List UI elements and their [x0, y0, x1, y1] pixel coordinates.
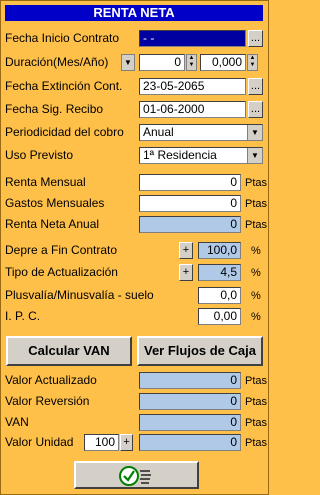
- unit-ptas: Ptas: [245, 219, 268, 231]
- label-depre: Depre a Fin Contrato: [5, 243, 118, 257]
- chevron-down-icon: ▼: [124, 58, 132, 67]
- label-plusvalia: Plusvalía/Minusvalía - suelo: [5, 288, 154, 302]
- valor-unidad-field: 0: [139, 434, 241, 451]
- ok-button[interactable]: [74, 461, 199, 489]
- fecha-extincion-field[interactable]: 23-05-2065: [139, 78, 246, 95]
- unit-percent: %: [251, 245, 261, 257]
- unit-percent: %: [251, 311, 261, 323]
- periodicidad-select[interactable]: Anual ▼: [139, 124, 263, 141]
- label-valor-actualizado: Valor Actualizado: [5, 373, 97, 387]
- spin-down-icon: ▼: [188, 62, 195, 68]
- unit-ptas: Ptas: [245, 417, 268, 429]
- label-periodicidad: Periodicidad del cobro: [5, 125, 124, 139]
- chevron-down-icon: ▼: [247, 148, 262, 163]
- label-renta-neta-anual: Renta Neta Anual: [5, 217, 100, 231]
- panel-title: RENTA NETA: [5, 5, 263, 21]
- unit-ptas: Ptas: [245, 437, 268, 449]
- gastos-mensuales-field[interactable]: 0: [139, 195, 241, 212]
- label-van: VAN: [5, 415, 29, 429]
- spin-down-icon: ▼: [249, 62, 256, 68]
- label-duracion: Duración(Mes/Año): [5, 55, 109, 69]
- label-valor-reversion: Valor Reversión: [5, 394, 90, 408]
- valor-unidad-qty-field[interactable]: 100: [84, 434, 119, 451]
- valor-reversion-field: 0: [139, 393, 241, 410]
- valor-unidad-plus-button[interactable]: +: [120, 434, 133, 451]
- label-fecha-inicio: Fecha Inicio Contrato: [5, 31, 120, 45]
- label-fecha-sig-recibo: Fecha Sig. Recibo: [5, 102, 104, 116]
- periodicidad-value: Anual: [143, 125, 174, 139]
- duracion-mes-spinner[interactable]: ▲ ▼: [186, 54, 197, 71]
- fecha-sig-recibo-picker-button[interactable]: ...: [248, 101, 263, 118]
- ver-flujos-button[interactable]: Ver Flujos de Caja: [137, 336, 263, 366]
- van-field: 0: [139, 414, 241, 431]
- uso-select[interactable]: 1ª Residencia ▼: [139, 147, 263, 164]
- spin-up-icon: ▲: [249, 55, 256, 61]
- plusvalia-field[interactable]: 0,0: [198, 287, 241, 304]
- fecha-inicio-field[interactable]: - -: [139, 30, 246, 47]
- duracion-dropdown[interactable]: ▼: [121, 54, 135, 71]
- label-renta-mensual: Renta Mensual: [5, 175, 86, 189]
- fecha-extincion-picker-button[interactable]: ...: [248, 78, 263, 95]
- unit-ptas: Ptas: [245, 375, 268, 387]
- tipo-act-plus-button[interactable]: +: [179, 264, 193, 281]
- unit-ptas: Ptas: [245, 177, 268, 189]
- duracion-anio-spinner[interactable]: ▲ ▼: [247, 54, 258, 71]
- calcular-van-button[interactable]: Calcular VAN: [6, 336, 132, 366]
- unit-percent: %: [251, 267, 261, 279]
- duracion-mes-field[interactable]: 0: [139, 54, 185, 71]
- label-ipc: I. P. C.: [5, 309, 41, 323]
- unit-percent: %: [251, 290, 261, 302]
- uso-value: 1ª Residencia: [143, 148, 217, 162]
- label-valor-unidad: Valor Unidad: [5, 435, 74, 449]
- fecha-sig-recibo-field[interactable]: 01-06-2000: [139, 101, 246, 118]
- valor-actualizado-field: 0: [139, 372, 241, 389]
- renta-mensual-field[interactable]: 0: [139, 174, 241, 191]
- unit-ptas: Ptas: [245, 198, 268, 210]
- renta-neta-anual-field: 0: [139, 216, 241, 233]
- depre-field: 100,0: [198, 242, 241, 259]
- checkmark-icon: [118, 465, 151, 486]
- label-tipo-act: Tipo de Actualización: [5, 265, 118, 279]
- label-fecha-extincion: Fecha Extinción Cont.: [5, 79, 123, 93]
- duracion-anio-field[interactable]: 0,000: [200, 54, 246, 71]
- unit-ptas: Ptas: [245, 396, 268, 408]
- chevron-down-icon: ▼: [247, 125, 262, 140]
- spin-up-icon: ▲: [188, 55, 195, 61]
- fecha-inicio-picker-button[interactable]: ...: [248, 30, 263, 47]
- ipc-field[interactable]: 0,00: [198, 308, 241, 325]
- label-gastos-mensuales: Gastos Mensuales: [5, 196, 105, 210]
- depre-plus-button[interactable]: +: [179, 242, 193, 259]
- label-uso: Uso Previsto: [5, 148, 74, 162]
- tipo-act-field: 4,5: [198, 264, 241, 281]
